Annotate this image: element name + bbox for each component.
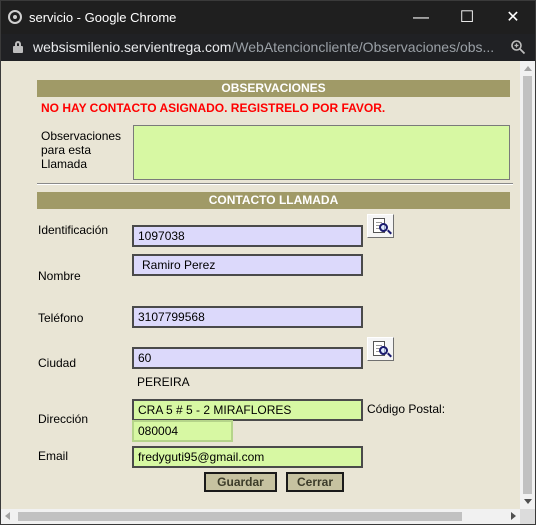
url-path: /WebAtencioncliente/Observaciones/obs... [231, 39, 495, 55]
no-contact-warning: NO HAY CONTACTO ASIGNADO. REGISTRELO POR… [41, 101, 386, 115]
identificacion-label: Identificación [38, 223, 109, 237]
cerrar-button[interactable]: Cerrar [286, 472, 344, 492]
ciudad-label: Ciudad [38, 356, 77, 370]
contacto-header: CONTACTO LLAMADA [37, 192, 510, 209]
codigo-postal-label: Código Postal: [367, 402, 446, 416]
identificacion-search-button[interactable] [367, 214, 394, 238]
scrollbar-corner [520, 509, 535, 524]
horizontal-scroll-thumb[interactable] [18, 512, 462, 521]
vertical-scroll-thumb[interactable] [523, 76, 532, 494]
observaciones-header: OBSERVACIONES [37, 80, 510, 97]
scroll-right-icon[interactable] [511, 512, 516, 520]
observaciones-textarea[interactable] [133, 125, 510, 180]
lock-icon[interactable] [13, 41, 23, 53]
email-label: Email [38, 449, 69, 463]
email-input[interactable]: fredyguti95@gmail.com [132, 446, 363, 468]
divider [37, 183, 513, 185]
chrome-icon [8, 10, 22, 24]
ciudad-input[interactable]: 60 [132, 347, 363, 369]
title-bar: servicio - Google Chrome — ☐ ✕ [1, 1, 535, 34]
minimize-button[interactable]: — [398, 1, 444, 34]
browser-window: servicio - Google Chrome — ☐ ✕ websismil… [0, 0, 536, 525]
address-bar[interactable]: websismilenio.servientrega.com/WebAtenci… [1, 34, 535, 61]
codigo-postal-input[interactable]: 080004 [132, 420, 233, 442]
vertical-scrollbar[interactable] [520, 61, 535, 509]
nombre-input[interactable]: Ramiro Perez [132, 254, 363, 276]
telefono-label: Teléfono [38, 311, 84, 325]
maximize-button[interactable]: ☐ [444, 1, 490, 34]
nombre-label: Nombre [38, 269, 81, 283]
ciudad-name: PEREIRA [137, 375, 190, 389]
ciudad-search-button[interactable] [367, 337, 394, 361]
scroll-left-icon[interactable] [5, 512, 10, 520]
horizontal-scrollbar[interactable] [1, 509, 520, 524]
identificacion-input[interactable]: 1097038 [132, 225, 363, 247]
close-button[interactable]: ✕ [490, 1, 535, 34]
window-title: servicio - Google Chrome [29, 10, 177, 25]
telefono-input[interactable]: 3107799568 [132, 306, 363, 328]
direccion-label: Dirección [38, 412, 89, 426]
guardar-button[interactable]: Guardar [204, 472, 277, 492]
scroll-down-icon[interactable] [524, 499, 532, 504]
page-content: OBSERVACIONES NO HAY CONTACTO ASIGNADO. … [1, 61, 520, 509]
url-domain: websismilenio.servientrega.com [33, 39, 232, 55]
scroll-up-icon[interactable] [524, 66, 532, 71]
observaciones-label: Observaciones para esta Llamada [41, 129, 122, 171]
direccion-input[interactable]: CRA 5 # 5 - 2 MIRAFLORES [132, 399, 363, 421]
url-text[interactable]: websismilenio.servientrega.com/WebAtenci… [33, 39, 494, 55]
zoom-icon[interactable] [510, 39, 526, 55]
